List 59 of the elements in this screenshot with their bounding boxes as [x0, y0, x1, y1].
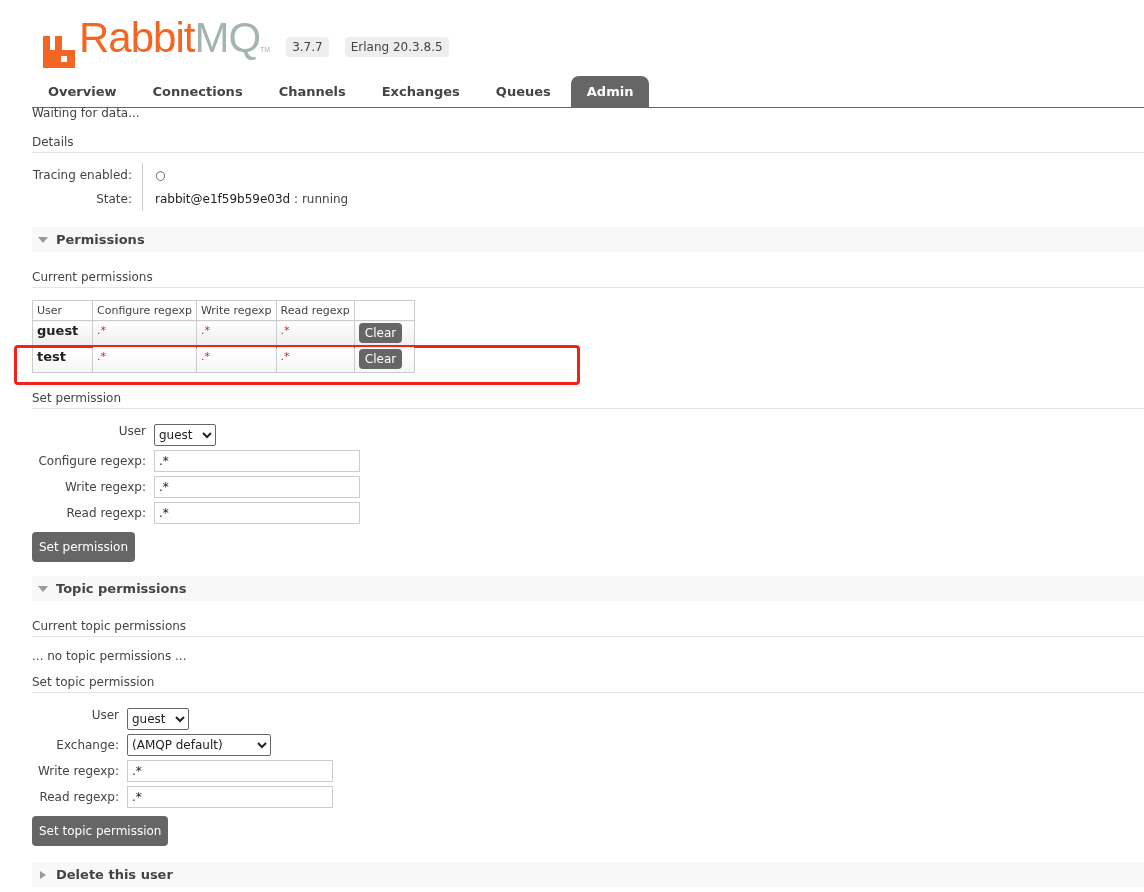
- nav-tab[interactable]: Queues: [479, 76, 567, 107]
- subsection-heading: Current permissions: [32, 266, 1144, 288]
- subsection-heading: Set permission: [32, 387, 1144, 409]
- nav-tab[interactable]: Exchanges: [365, 76, 476, 107]
- clear-button[interactable]: Clear: [358, 349, 403, 369]
- column-header: Configure regexp: [92, 300, 197, 321]
- regexp-input[interactable]: .*: [127, 786, 333, 808]
- tracing-value: ○: [142, 163, 361, 187]
- user-name: guest: [37, 323, 79, 338]
- subsection-heading: Current topic permissions: [32, 615, 1144, 637]
- field-label: Write regexp:: [36, 764, 119, 778]
- collapse-icon: [38, 235, 48, 244]
- field-label: Tracing enabled:: [32, 167, 133, 184]
- erlang-badge: Erlang 20.3.8.5: [344, 37, 449, 57]
- subsection-heading: Set topic permission: [32, 671, 1144, 693]
- set-permission-button[interactable]: Set permission: [32, 532, 136, 562]
- field-label: Exchange:: [55, 738, 119, 752]
- collapse-icon: [38, 584, 48, 593]
- regexp-input[interactable]: .*: [127, 760, 333, 782]
- field-label: Read regexp:: [65, 506, 146, 520]
- regexp-value: .*: [97, 324, 106, 337]
- regexp-input[interactable]: .*: [154, 450, 360, 472]
- column-header: Read regexp: [276, 300, 355, 321]
- nav-tab[interactable]: Channels: [262, 76, 362, 107]
- section-header[interactable]: Delete this user: [32, 862, 1144, 887]
- field-label: Read regexp:: [38, 790, 119, 804]
- field-label: User: [117, 424, 146, 438]
- regexp-value: .*: [200, 350, 210, 363]
- section-header[interactable]: Permissions: [32, 227, 1144, 252]
- clear-button[interactable]: Clear: [358, 323, 403, 343]
- nav-tab[interactable]: Overview: [32, 76, 133, 107]
- details-heading: Details: [32, 131, 1144, 153]
- expand-icon: [38, 870, 48, 879]
- field-label: Configure regexp:: [37, 454, 146, 468]
- exchange-select[interactable]: (AMQP default): [127, 734, 271, 756]
- nav-tab[interactable]: Admin: [570, 76, 650, 107]
- version-badge: 3.7.7: [286, 37, 329, 57]
- state-value: : running: [293, 191, 349, 208]
- rabbit-logo-icon: [43, 36, 75, 68]
- nav-tab[interactable]: Connections: [136, 76, 259, 107]
- node-name: rabbit@e1f59b59e03d: [155, 191, 291, 208]
- field-label: User: [90, 708, 119, 722]
- user-select[interactable]: guest: [154, 424, 216, 446]
- user-name: test: [37, 349, 66, 364]
- set-topic-permission-button[interactable]: Set topic permission: [32, 816, 169, 846]
- status-text: Waiting for data...: [32, 107, 141, 121]
- regexp-value: .*: [200, 324, 210, 337]
- field-label: Write regexp:: [63, 480, 146, 494]
- user-select[interactable]: guest: [127, 708, 189, 730]
- regexp-value: .*: [97, 350, 106, 363]
- regexp-value: .*: [280, 350, 290, 363]
- column-header: User: [32, 300, 93, 321]
- empty-message: ... no topic permissions ...: [32, 649, 188, 663]
- regexp-input[interactable]: .*: [154, 502, 360, 524]
- column-header: Write regexp: [196, 300, 277, 321]
- regexp-value: .*: [280, 324, 290, 337]
- field-label: State:: [95, 191, 133, 208]
- section-header[interactable]: Topic permissions: [32, 576, 1144, 601]
- regexp-input[interactable]: .*: [154, 476, 360, 498]
